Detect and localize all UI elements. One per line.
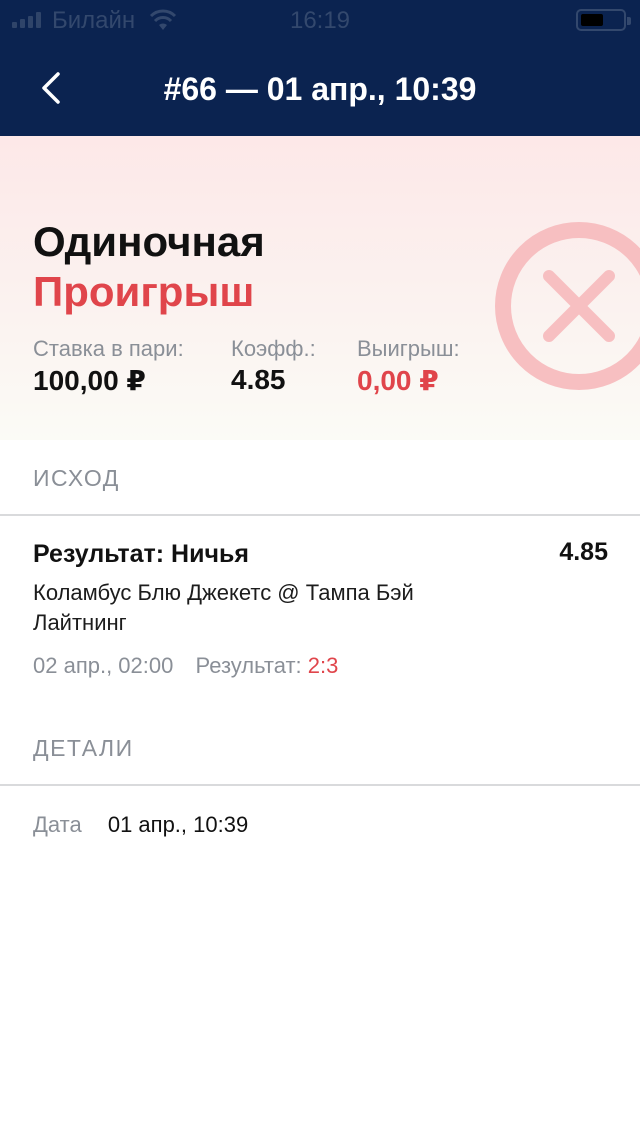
- payout-value: 0,00 ₽: [357, 365, 439, 396]
- bet-status: Проигрыш: [33, 268, 255, 315]
- odds-value: 4.85: [231, 364, 286, 395]
- battery-icon: [576, 9, 631, 31]
- stake-label: Ставка в пари:: [33, 336, 184, 361]
- result-label: Результат:: [195, 653, 302, 678]
- date-label: Дата: [33, 812, 82, 837]
- bet-summary: Одиночная Проигрыш Ставка в пари: 100,00…: [0, 136, 640, 440]
- outcome-divider: [0, 514, 640, 516]
- status-bar: Билайн 16:19: [0, 0, 640, 40]
- detail-row-date: Дата 01 апр., 10:39: [33, 812, 248, 838]
- outcome-meta: 02 апр., 02:00 Результат: 2:3: [33, 653, 338, 679]
- bet-type: Одиночная: [33, 218, 265, 265]
- result-score: 2:3: [307, 653, 339, 678]
- status-time: 16:19: [289, 7, 351, 34]
- outcome-section-header: ИСХОД: [33, 465, 120, 491]
- close-circle-icon: [495, 222, 640, 390]
- payout-label: Выигрыш:: [357, 336, 460, 361]
- details-divider: [0, 784, 640, 786]
- nav-bar: #66 — 01 апр., 10:39: [0, 40, 640, 136]
- outcome-title: Результат: Ничья: [33, 540, 249, 568]
- stake-value: 100,00 ₽: [33, 365, 146, 396]
- odds-label: Коэфф.:: [231, 336, 316, 361]
- date-value: 01 апр., 10:39: [107, 812, 249, 837]
- details-section-header: ДЕТАЛИ: [33, 735, 134, 761]
- event-name: Коламбус Блю Джекетс @ Тампа Бэй Лайтнин…: [33, 580, 414, 635]
- page-title: #66 — 01 апр., 10:39: [163, 71, 477, 107]
- outcome-odds: 4.85: [559, 538, 608, 566]
- event-date: 02 апр., 02:00: [33, 653, 174, 678]
